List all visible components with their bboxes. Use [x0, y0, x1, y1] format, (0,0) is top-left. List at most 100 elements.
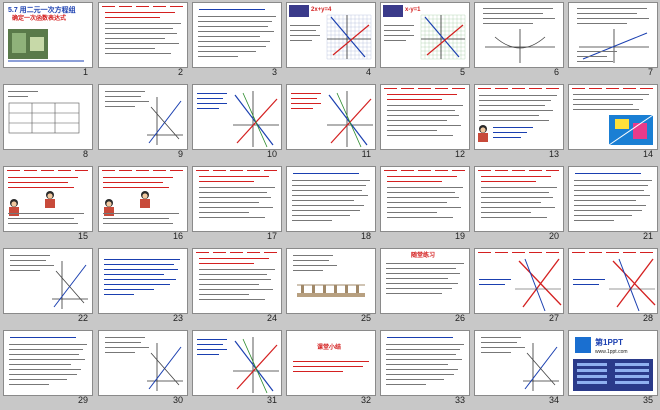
text-line [387, 130, 437, 132]
slide-thumbnail[interactable] [380, 84, 470, 150]
slide-cell: 10 [189, 82, 283, 163]
slide-thumbnail[interactable] [192, 166, 282, 232]
slide-thumbnail[interactable]: 课堂小结 [286, 330, 376, 396]
slide-number: 34 [548, 395, 559, 405]
slide-thumbnail[interactable] [380, 166, 470, 232]
slide-thumbnail[interactable] [3, 330, 93, 396]
text-line [199, 284, 259, 286]
nav-link [623, 88, 636, 90]
slide-thumbnail[interactable] [568, 84, 658, 150]
text-line [9, 359, 85, 361]
slide-number: 29 [77, 395, 88, 405]
slide-thumbnail[interactable] [3, 166, 93, 232]
slide-number: 35 [642, 395, 653, 405]
text-line [387, 197, 459, 199]
slide-cell: 27 [471, 246, 565, 327]
text-line [198, 36, 260, 38]
slide-thumbnail[interactable]: 随堂练习 [380, 248, 470, 314]
slide-thumbnail[interactable] [98, 2, 188, 68]
slide-thumbnail[interactable] [474, 2, 564, 68]
nav-link [384, 170, 397, 172]
slide-thumbnail[interactable]: 2x+y=4 [286, 2, 376, 68]
text-line [199, 181, 254, 183]
text-line [574, 185, 648, 187]
text-line [291, 93, 321, 95]
text-line [199, 212, 249, 214]
text-line [9, 349, 83, 351]
slide-thumbnail[interactable] [98, 248, 188, 314]
text-line [198, 41, 270, 43]
nav-link [230, 252, 243, 254]
text-line [197, 108, 219, 110]
text-line [292, 180, 370, 182]
slide-thumbnail[interactable] [474, 166, 564, 232]
slide-number: 27 [548, 313, 559, 323]
slide-thumbnail[interactable] [568, 2, 658, 68]
nav-link [529, 252, 542, 254]
slide-thumbnail[interactable] [98, 166, 188, 232]
text-line [386, 374, 454, 376]
nav-link [478, 252, 491, 254]
text-line [198, 46, 266, 48]
nav-link [495, 170, 508, 172]
text-line [483, 18, 555, 20]
nav-link [606, 88, 619, 90]
nav-link [247, 170, 260, 172]
slide-thumbnail[interactable] [192, 2, 282, 68]
slide-number: 7 [647, 67, 653, 77]
slide-thumbnail[interactable] [192, 84, 282, 150]
slide-cell: 18 [283, 164, 377, 245]
text-line [387, 99, 442, 101]
text-line [387, 202, 447, 204]
nav-link [546, 88, 559, 90]
slide-cell: 24 [189, 246, 283, 327]
slide-number: 32 [360, 395, 371, 405]
text-line [575, 173, 641, 175]
text-line [104, 259, 180, 261]
text-line [198, 16, 276, 18]
slide-number: 1 [82, 67, 88, 77]
slide-number: 5 [459, 67, 465, 77]
slide-number: 31 [266, 395, 277, 405]
text-line [386, 364, 448, 366]
text-line [577, 18, 649, 20]
slide-thumbnail[interactable] [474, 330, 564, 396]
nav-link [153, 6, 166, 8]
text-line [292, 215, 350, 217]
slide-thumbnail[interactable] [286, 84, 376, 150]
slide-thumbnail[interactable] [568, 166, 658, 232]
nav-link [264, 170, 277, 172]
slide-thumbnail[interactable] [474, 248, 564, 314]
slide-number: 14 [642, 149, 653, 159]
slide-cell: 33 [377, 328, 471, 409]
text-line [9, 344, 87, 346]
text-line [574, 205, 646, 207]
text-line [291, 98, 317, 100]
slide-thumbnail[interactable] [98, 84, 188, 150]
slide-thumbnail[interactable] [474, 84, 564, 150]
slide-thumbnail[interactable] [192, 330, 282, 396]
text-line [8, 223, 78, 225]
text-line [291, 103, 321, 105]
slide-thumbnail[interactable] [380, 330, 470, 396]
text-line [10, 255, 50, 257]
slide-thumbnail[interactable]: 5.7 用二元一次方程组 确定一次函数表达式 [3, 2, 93, 68]
nav-link [512, 170, 525, 172]
slide-thumbnail[interactable] [98, 330, 188, 396]
slide-thumbnail[interactable] [286, 166, 376, 232]
slide-thumbnail[interactable]: x-y=1 [380, 2, 470, 68]
text-line [105, 38, 165, 40]
slide-thumbnail[interactable] [568, 248, 658, 314]
nav-link [452, 170, 465, 172]
slide-thumbnail[interactable] [3, 248, 93, 314]
slide-thumbnail[interactable] [3, 84, 93, 150]
text-line [105, 337, 145, 339]
nav-link [512, 252, 525, 254]
nav-link [102, 6, 115, 8]
text-line [199, 299, 265, 301]
text-line [293, 270, 323, 272]
slide-thumbnail[interactable] [286, 248, 376, 314]
text-line [573, 99, 643, 101]
slide-thumbnail[interactable]: 第1PPT www.1ppt.com [568, 330, 658, 396]
slide-thumbnail[interactable] [192, 248, 282, 314]
